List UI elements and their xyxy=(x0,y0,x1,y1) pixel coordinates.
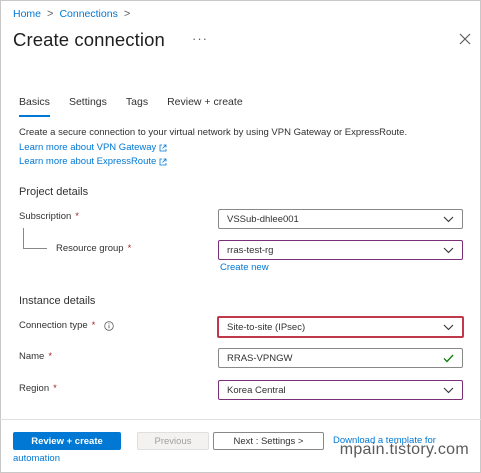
tree-connector xyxy=(23,248,47,249)
connection-type-dropdown[interactable]: Site-to-site (IPsec) xyxy=(217,316,464,338)
learn-more-expressroute-link[interactable]: Learn more about ExpressRoute xyxy=(19,156,167,167)
chevron-down-icon xyxy=(443,324,454,330)
resource-group-label: Resource group * xyxy=(56,243,131,254)
resource-group-dropdown[interactable]: rras-test-rg xyxy=(218,240,463,260)
resource-group-label-text: Resource group xyxy=(56,243,124,254)
region-label-text: Region xyxy=(19,383,50,394)
previous-button[interactable]: Previous xyxy=(137,432,209,450)
page-title: Create connection xyxy=(13,29,165,50)
create-new-link[interactable]: Create new xyxy=(220,262,269,273)
breadcrumb-connections[interactable]: Connections xyxy=(59,8,117,20)
watermark: mpain.tistory.com xyxy=(339,441,469,458)
learn-more-expressroute-label: Learn more about ExpressRoute xyxy=(19,156,157,167)
tab-settings[interactable]: Settings xyxy=(69,96,107,112)
connection-type-label-text: Connection type xyxy=(19,320,88,331)
resource-group-value: rras-test-rg xyxy=(227,244,274,256)
chevron-down-icon xyxy=(443,387,454,393)
name-label: Name * xyxy=(19,351,52,362)
required-asterisk: * xyxy=(75,211,79,222)
required-asterisk: * xyxy=(53,383,57,394)
learn-more-vpn-link[interactable]: Learn more about VPN Gateway xyxy=(19,142,167,153)
tab-bar: Basics Settings Tags Review + create xyxy=(19,96,262,117)
subscription-label: Subscription * xyxy=(19,211,79,222)
name-label-text: Name xyxy=(19,351,45,362)
chevron-down-icon xyxy=(443,216,454,222)
learn-more-vpn-label: Learn more about VPN Gateway xyxy=(19,142,157,153)
chevron-down-icon xyxy=(443,247,454,253)
instance-details-heading: Instance details xyxy=(19,295,96,307)
review-create-button[interactable]: Review + create xyxy=(13,432,121,450)
breadcrumb-separator: > xyxy=(123,8,131,20)
external-link-icon xyxy=(159,158,167,165)
breadcrumb-separator: > xyxy=(47,8,54,20)
intro-description: Create a secure connection to your virtu… xyxy=(19,127,408,138)
download-template-link-continued[interactable]: automation xyxy=(13,453,60,464)
close-icon[interactable] xyxy=(459,33,471,45)
name-value: RRAS-VPNGW xyxy=(227,352,293,364)
connection-type-value: Site-to-site (IPsec) xyxy=(227,321,306,333)
subscription-value: VSSub-dhlee001 xyxy=(227,213,299,225)
connection-type-label: Connection type * xyxy=(19,320,115,331)
name-input[interactable]: RRAS-VPNGW xyxy=(218,348,463,368)
tab-review-create[interactable]: Review + create xyxy=(167,96,243,112)
checkmark-icon xyxy=(443,354,454,362)
footer-divider xyxy=(0,419,481,420)
region-dropdown[interactable]: Korea Central xyxy=(218,380,463,400)
next-settings-button[interactable]: Next : Settings > xyxy=(213,432,324,450)
required-asterisk: * xyxy=(91,320,96,331)
region-value: Korea Central xyxy=(227,384,286,396)
region-label: Region * xyxy=(19,383,57,394)
tree-connector xyxy=(23,228,24,248)
more-options-icon[interactable]: ··· xyxy=(192,31,208,46)
breadcrumb-home[interactable]: Home xyxy=(13,8,41,20)
required-asterisk: * xyxy=(48,351,53,362)
subscription-dropdown[interactable]: VSSub-dhlee001 xyxy=(218,209,463,229)
subscription-label-text: Subscription xyxy=(19,211,72,222)
tab-tags[interactable]: Tags xyxy=(126,96,148,112)
required-asterisk: * xyxy=(127,243,132,254)
tab-basics[interactable]: Basics xyxy=(19,96,50,117)
breadcrumb: Home > Connections > xyxy=(13,7,130,21)
external-link-icon xyxy=(159,144,167,151)
blade-frame xyxy=(0,0,481,473)
project-details-heading: Project details xyxy=(19,186,89,198)
info-icon[interactable] xyxy=(104,320,115,331)
